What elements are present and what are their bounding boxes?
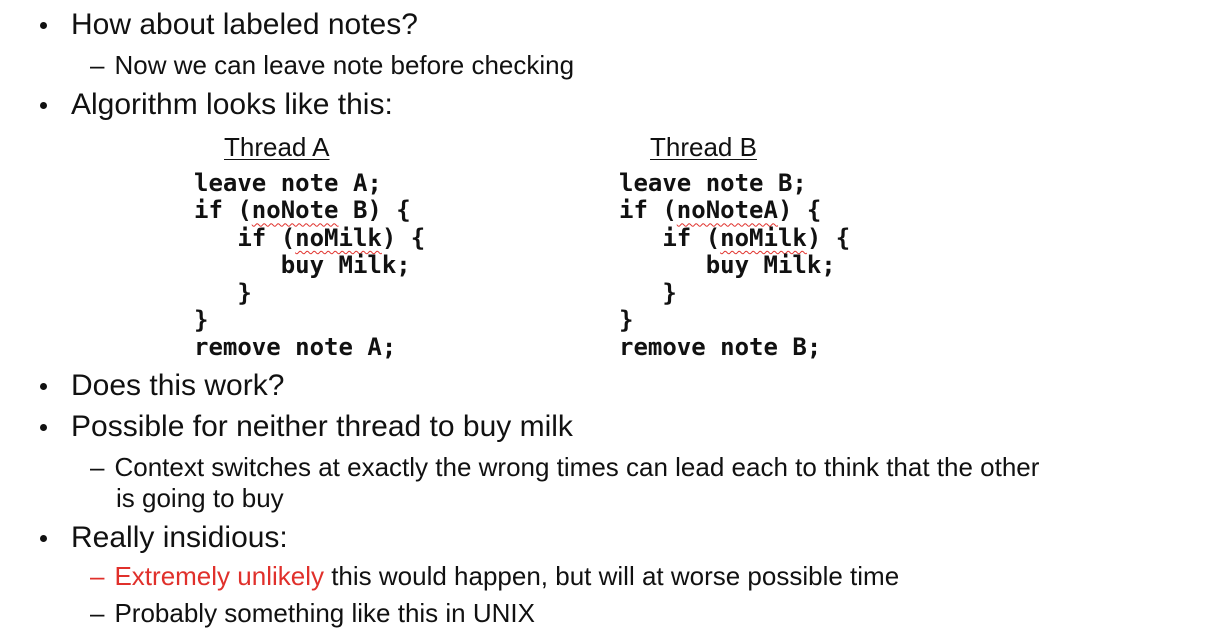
code-token: ) { — [777, 196, 822, 225]
spellcheck-token: noMilk — [295, 223, 382, 252]
code-token: ) { — [806, 223, 851, 252]
sub-bullet-leave-note: – Now we can leave note before checking — [90, 50, 574, 80]
sub-bullet-text: Context switches at exactly the wrong ti… — [114, 452, 1040, 482]
thread-b-title: Thread B — [650, 132, 757, 162]
sub-bullet-extremely-unlikely: – Extremely unlikely this would happen, b… — [90, 561, 899, 591]
bullet-labeled-notes: How about labeled notes? — [71, 8, 418, 41]
sub-bullet-unix: – Probably something like this in UNIX — [90, 598, 535, 628]
bullet-possible-neither: Possible for neither thread to buy milk — [71, 410, 573, 443]
code-token: if ( — [619, 223, 721, 252]
code-line: } — [619, 278, 677, 307]
sub-bullet-text: Probably something like this in UNIX — [114, 598, 535, 628]
dash-marker: – — [90, 452, 105, 482]
code-line: if (noMilk) { — [619, 224, 850, 252]
code-line: leave note B; — [619, 169, 807, 197]
thread-a-title: Thread A — [224, 132, 330, 162]
bullet-dot — [40, 383, 47, 390]
sub-bullet-continuation: is going to buy — [116, 483, 284, 513]
code-token: B) { — [338, 196, 411, 225]
highlight-text: Extremely unlikely — [114, 561, 324, 591]
bullet-algorithm: Algorithm looks like this: — [71, 88, 393, 121]
code-line: buy Milk; — [194, 251, 411, 280]
code-token: ) { — [381, 223, 426, 252]
code-line: remove note B; — [619, 333, 822, 362]
code-line: buy Milk; — [619, 251, 836, 280]
code-line: remove note A; — [194, 333, 397, 362]
dash-marker: – — [90, 561, 105, 591]
code-line: } — [194, 278, 252, 307]
sub-bullet-text: this would happen, but will at worse pos… — [323, 561, 900, 591]
code-token: if ( — [194, 196, 252, 225]
code-block: leave note B; if (noNoteA) { if (noMilk)… — [619, 169, 850, 362]
spellcheck-token: noNote — [251, 196, 339, 225]
sub-bullet-context-switches: – Context switches at exactly the wrong t… — [90, 452, 1039, 482]
thread-a-code: leave note A; if (noNote B) { if (noMilk… — [194, 169, 425, 362]
code-line: } — [194, 306, 209, 335]
sub-bullet-text: Now we can leave note before checking — [114, 50, 575, 80]
code-token: if ( — [619, 196, 677, 225]
bullet-dot — [40, 22, 47, 29]
spellcheck-token: noNoteA — [676, 196, 778, 225]
code-block: leave note A; if (noNote B) { if (noMilk… — [194, 169, 425, 362]
code-line: if (noNote B) { — [194, 196, 411, 224]
code-line: if (noMilk) { — [194, 224, 425, 252]
dash-marker: – — [90, 50, 105, 80]
spellcheck-token: noMilk — [720, 223, 807, 252]
code-line: leave note A; — [194, 169, 382, 197]
code-line: if (noNoteA) { — [619, 196, 821, 224]
code-token: if ( — [194, 223, 296, 252]
thread-b-code: leave note B; if (noNoteA) { if (noMilk)… — [619, 169, 850, 362]
bullet-dot — [40, 102, 47, 109]
dash-marker: – — [90, 598, 105, 628]
bullet-really-insidious: Really insidious: — [71, 521, 288, 554]
bullet-does-this-work: Does this work? — [71, 369, 285, 402]
bullet-dot — [40, 424, 47, 431]
bullet-dot — [40, 535, 47, 542]
code-line: } — [619, 306, 634, 335]
